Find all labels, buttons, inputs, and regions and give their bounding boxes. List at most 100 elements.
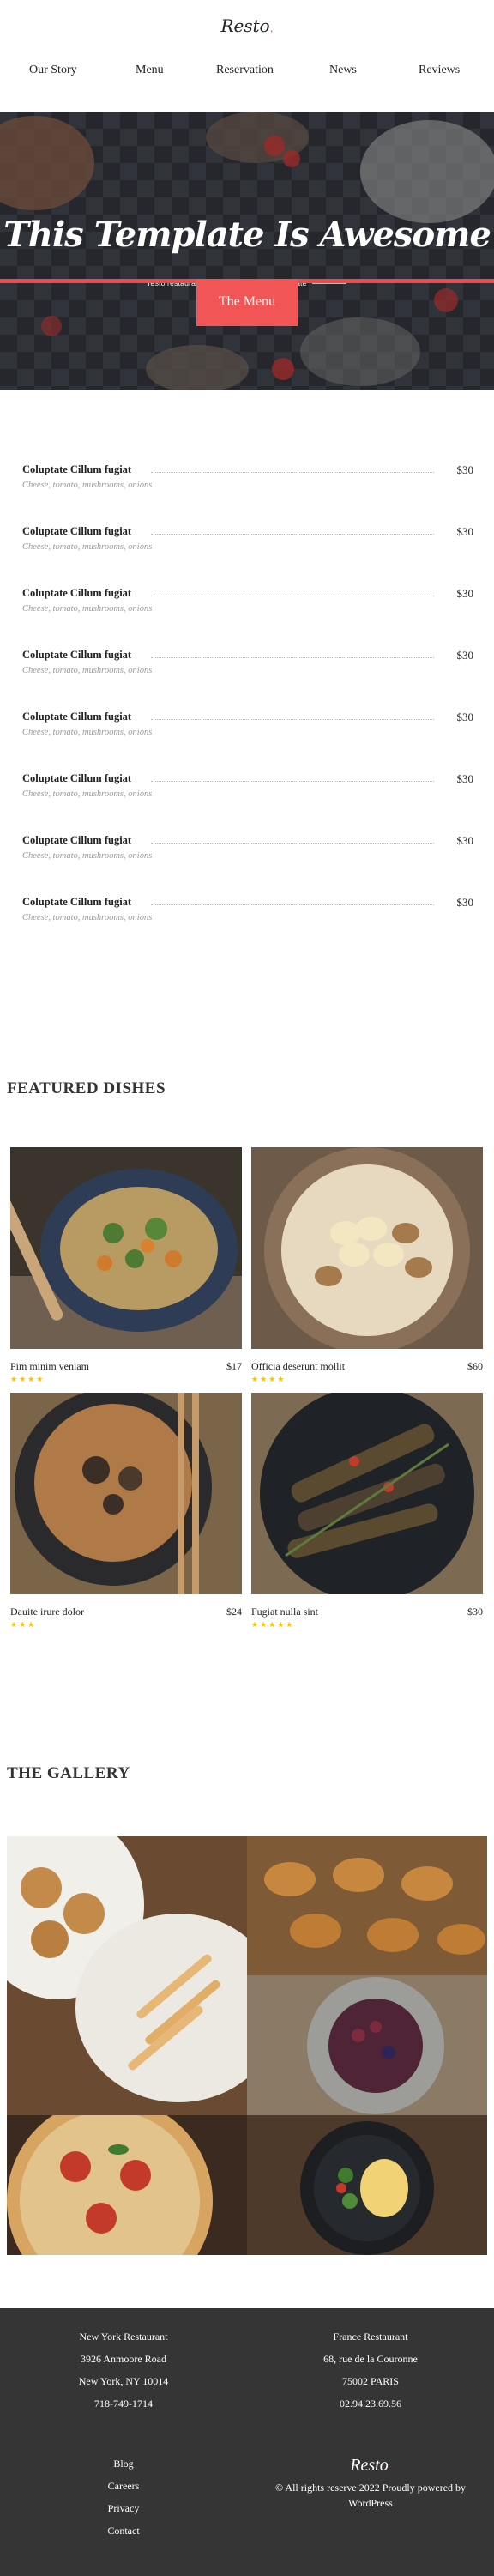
menu-item-leader [151,843,434,844]
menu-item[interactable]: Coluptate Cillum fugiat $30 Cheese, toma… [22,896,473,939]
gallery-title: THE GALLERY [7,1764,130,1782]
menu-item-price: $30 [456,587,474,600]
featured-dishes-title: FEATURED DISHES [7,1079,166,1098]
menu-item-desc: Cheese, tomato, mushrooms, onions [22,666,153,675]
dish-card[interactable]: Officia deserunt mollit $60 ★★★★ [251,1147,483,1384]
footer-fr-name: France Restaurant [333,2331,408,2343]
menu-item-desc: Cheese, tomato, mushrooms, onions [22,851,153,861]
menu-item[interactable]: Coluptate Cillum fugiat $30 Cheese, toma… [22,525,473,568]
menu-item[interactable]: Coluptate Cillum fugiat $30 Cheese, toma… [22,834,473,877]
gallery-grid [7,1836,487,2255]
gallery-image[interactable] [247,1836,487,1975]
menu-item-name: Coluptate Cillum fugiat [22,772,137,785]
menu-item-desc: Cheese, tomato, mushrooms, onions [22,481,153,490]
dish-price: $60 [467,1360,483,1372]
site-header: Resto. Our Story Menu Reservation News R… [0,0,494,112]
footer-ny-street: 3926 Anmoore Road [81,2353,166,2365]
dish-image[interactable] [251,1393,483,1594]
menu-item-desc: Cheese, tomato, mushrooms, onions [22,542,153,552]
menu-item-leader [151,904,434,905]
menu-item-price: $30 [456,463,474,476]
menu-item-price: $30 [456,896,474,909]
footer-link-contact[interactable]: Contact [0,2519,247,2542]
menu-item[interactable]: Coluptate Cillum fugiat $30 Cheese, toma… [22,587,473,630]
gallery-photo-berries [247,1975,487,2115]
footer-fr-phone: 02.94.23.69.56 [340,2398,401,2410]
site-footer: New York Restaurant 3926 Anmoore Road Ne… [0,2308,494,2576]
footer-brand: Resto. © All rights reserve 2022 Proudly… [247,2451,494,2511]
footer-link-blog[interactable]: Blog [0,2452,247,2475]
menu-item-name: Coluptate Cillum fugiat [22,711,137,723]
dish-name: Dauite irure dolor [10,1605,84,1618]
hero-banner: This Template Is Awesome resto restauran… [0,112,494,390]
gallery-image[interactable] [247,2115,487,2255]
dish-rating-stars: ★★★★★ [251,1621,295,1630]
logo-dot: . [269,22,274,34]
menu-item-price: $30 [456,649,474,662]
menu-item-desc: Cheese, tomato, mushrooms, onions [22,728,153,737]
menu-item-leader [151,657,434,658]
menu-item-name: Coluptate Cillum fugiat [22,525,137,538]
dish-name: Officia deserunt mollit [251,1360,346,1372]
footer-ny-phone: 718-749-1714 [94,2398,153,2410]
menu-item-price: $30 [456,772,474,785]
menu-item-desc: Cheese, tomato, mushrooms, onions [22,913,153,922]
nav-item-reservation[interactable]: Reservation [216,63,274,77]
dish-photo-skewers [251,1393,483,1594]
dish-image[interactable] [10,1393,242,1594]
footer-logo[interactable]: Resto. [247,2451,494,2480]
site-logo[interactable]: Resto. [0,15,494,36]
nav-item-our-story[interactable]: Our Story [29,63,77,77]
menu-item-leader [151,534,434,535]
dish-image[interactable] [10,1147,242,1349]
menu-item-price: $30 [456,834,474,847]
dish-card[interactable]: Fugiat nulla sint $30 ★★★★★ [251,1393,483,1630]
dish-rating-stars: ★★★ [10,1621,37,1630]
dish-price: $30 [467,1605,483,1618]
menu-item[interactable]: Coluptate Cillum fugiat $30 Cheese, toma… [22,463,473,506]
dish-rating-stars: ★★★★ [10,1376,45,1384]
menu-item-price: $30 [456,525,474,538]
hero-subtitle-line [311,283,346,285]
main-nav: Our Story Menu Reservation News Reviews [0,63,494,82]
menu-item[interactable]: Coluptate Cillum fugiat $30 Cheese, toma… [22,772,473,815]
gallery-image[interactable] [7,2115,247,2255]
menu-item-name: Coluptate Cillum fugiat [22,463,137,476]
nav-item-news[interactable]: News [329,63,357,77]
footer-logo-dot: . [388,2461,391,2473]
dish-photo-stirfry [10,1147,242,1349]
footer-copyright: © All rights reserve 2022 Proudly powere… [274,2482,467,2509]
menu-item-name: Coluptate Cillum fugiat [22,649,137,662]
menu-tab[interactable]: The Menu [196,279,298,326]
dish-price: $17 [226,1360,242,1372]
footer-ny-city: New York, NY 10014 [78,2375,169,2387]
dish-rating-stars: ★★★★ [251,1376,286,1384]
hero-title: This Template Is Awesome [3,215,491,255]
dish-card[interactable]: Dauite irure dolor $24 ★★★ [10,1393,242,1630]
menu-item-leader [151,472,434,473]
dish-price: $24 [226,1605,242,1618]
gallery-photo-pastries [7,1836,247,2115]
footer-ny-name: New York Restaurant [79,2331,168,2343]
menu-item[interactable]: Coluptate Cillum fugiat $30 Cheese, toma… [22,649,473,692]
nav-item-reviews[interactable]: Reviews [419,63,460,77]
menu-item-name: Coluptate Cillum fugiat [22,587,137,600]
gallery-photo-croissants [247,1836,487,1975]
page: Resto. Our Story Menu Reservation News R… [0,0,494,2576]
menu-item[interactable]: Coluptate Cillum fugiat $30 Cheese, toma… [22,711,473,753]
dish-name: Fugiat nulla sint [251,1605,318,1618]
gallery-image[interactable] [247,1975,487,2115]
nav-item-menu[interactable]: Menu [136,63,164,77]
menu-item-name: Coluptate Cillum fugiat [22,834,137,847]
footer-link-privacy[interactable]: Privacy [0,2497,247,2519]
gallery-image[interactable] [7,1836,247,2115]
footer-address-ny: New York Restaurant 3926 Anmoore Road Ne… [0,2325,247,2415]
footer-link-careers[interactable]: Careers [0,2475,247,2497]
menu-item-leader [151,719,434,720]
logo-text: Resto [220,15,270,36]
dish-photo-noodles [10,1393,242,1594]
dish-card[interactable]: Pim minim veniam $17 ★★★★ [10,1147,242,1384]
menu-item-leader [151,781,434,782]
dish-image[interactable] [251,1147,483,1349]
gallery-photo-pizza [7,2115,247,2255]
